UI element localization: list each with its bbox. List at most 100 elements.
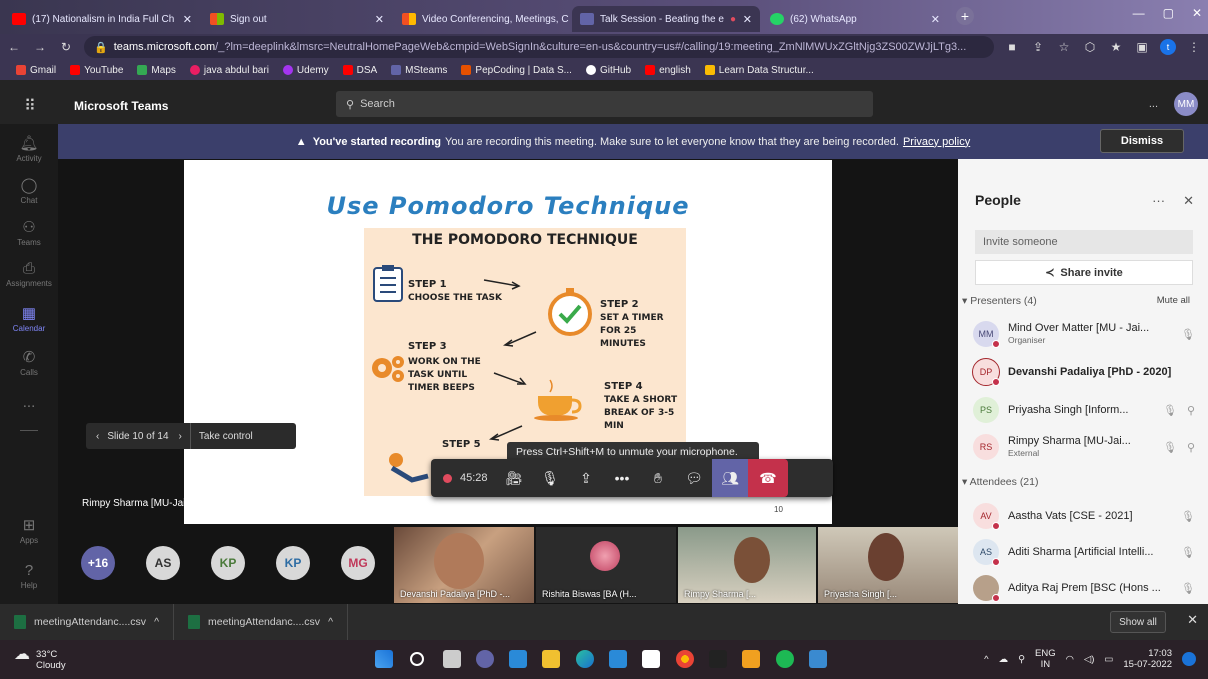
search-icon[interactable] — [410, 652, 424, 666]
profile-icon[interactable]: t — [1160, 39, 1176, 55]
show-all-button[interactable]: Show all — [1110, 611, 1166, 633]
wifi-icon[interactable]: ◠ — [1066, 654, 1074, 665]
take-control-button[interactable]: Take control — [199, 431, 253, 442]
notifications-icon[interactable] — [1182, 652, 1196, 666]
more-options-icon[interactable]: ... — [1149, 98, 1158, 110]
chevron-up-icon[interactable]: ^ — [154, 616, 159, 628]
participant-avatar[interactable]: KP — [276, 546, 310, 580]
rail-more[interactable]: ... — [0, 394, 58, 413]
reload-icon[interactable]: ↻ — [58, 39, 74, 55]
url-field[interactable]: 🔒 teams.microsoft.com/_?lm=deeplink&lmsr… — [84, 36, 994, 58]
close-icon[interactable]: ✕ — [375, 13, 384, 26]
participant-row[interactable]: AS Aditi Sharma [Artificial Intelli... 🎙… — [973, 537, 1195, 567]
participant-row[interactable]: DP Devanshi Padaliya [PhD - 2020] — [972, 357, 1195, 387]
task-view-icon[interactable] — [443, 650, 461, 668]
share-invite-button[interactable]: ≺ Share invite — [975, 260, 1193, 285]
minimize-icon[interactable]: — — [1133, 6, 1145, 20]
bookmark-github[interactable]: GitHub — [585, 65, 631, 76]
app-icon[interactable] — [709, 650, 727, 668]
vscode-icon[interactable] — [509, 650, 527, 668]
rail-activity[interactable]: 🔔︎ Activity — [0, 134, 58, 163]
search-input[interactable]: ⚲ Search — [336, 91, 873, 117]
participant-avatar[interactable]: AS — [146, 546, 180, 580]
menu-icon[interactable]: ⋮ — [1186, 39, 1202, 55]
share-icon[interactable]: ⇪ — [1030, 39, 1046, 55]
close-icon[interactable]: ✕ — [183, 13, 192, 26]
people-button[interactable]: 👥︎ — [712, 459, 748, 497]
photos-icon[interactable] — [809, 650, 827, 668]
close-icon[interactable]: ✕ — [1183, 193, 1194, 209]
puzzle-icon[interactable]: ★ — [1108, 39, 1124, 55]
bookmark-pepcoding[interactable]: PepCoding | Data S... — [461, 65, 572, 76]
battery-icon[interactable]: ▭ — [1104, 654, 1113, 665]
app-launcher-icon[interactable]: ⠿ — [0, 96, 60, 116]
video-tile[interactable]: Rishita Biswas [BA (H... — [536, 527, 676, 603]
volume-icon[interactable]: ◁) — [1084, 654, 1094, 665]
chevron-up-icon[interactable]: ^ — [984, 654, 988, 665]
participant-row[interactable]: MM Mind Over Matter [MU - Jai... Organise… — [973, 319, 1195, 349]
leave-call-button[interactable]: ☎ — [748, 459, 788, 497]
bookmark-youtube[interactable]: YouTube — [70, 65, 123, 76]
participant-avatar[interactable]: KP — [211, 546, 245, 580]
bookmark-dsa[interactable]: DSA — [342, 65, 377, 76]
dismiss-button[interactable]: Dismiss — [1100, 129, 1184, 153]
video-tile[interactable]: Rimpy Sharma [... — [678, 527, 816, 603]
sublime-icon[interactable] — [742, 650, 760, 668]
clock[interactable]: 17:03 15-07-2022 — [1123, 648, 1172, 670]
pin-icon[interactable]: ⚲ — [1187, 441, 1195, 454]
language-indicator[interactable]: ENG IN — [1035, 648, 1056, 670]
chevron-left-icon[interactable]: ‹ — [96, 431, 99, 442]
rail-calendar[interactable]: ▦ Calendar — [0, 304, 58, 333]
bookmark-udemy[interactable]: Udemy — [282, 65, 329, 76]
privacy-policy-link[interactable]: Privacy policy — [903, 136, 970, 148]
edge-icon[interactable] — [576, 650, 594, 668]
pin-icon[interactable]: ⚲ — [1187, 404, 1195, 417]
participant-row[interactable]: Aditya Raj Prem [BSC (Hons ... 🎙︎ — [973, 573, 1195, 603]
participant-row[interactable]: RS Rimpy Sharma [MU-Jai... External 🎙︎ ⚲ — [973, 432, 1195, 462]
back-icon[interactable]: ← — [6, 39, 22, 55]
download-item[interactable]: meetingAttendanc....csv ^ — [0, 604, 174, 640]
close-icon[interactable]: ✕ — [743, 13, 752, 26]
forward-icon[interactable]: → — [32, 39, 48, 55]
sidepanel-icon[interactable]: ▣ — [1134, 39, 1150, 55]
browser-tab[interactable]: (62) WhatsApp ✕ — [762, 6, 948, 32]
teams-chat-icon[interactable] — [476, 650, 494, 668]
more-options-icon[interactable]: ··· — [1152, 193, 1165, 209]
rail-help[interactable]: ? Help — [0, 562, 58, 590]
user-avatar[interactable]: MM — [1174, 92, 1198, 116]
participant-avatar[interactable]: MG — [341, 546, 375, 580]
bookmark-learn-ds[interactable]: Learn Data Structur... — [704, 65, 814, 76]
bookmark-star-icon[interactable]: ☆ — [1056, 39, 1072, 55]
close-window-icon[interactable]: ✕ — [1192, 6, 1202, 20]
close-icon[interactable]: ✕ — [1187, 612, 1198, 628]
mic-muted-button[interactable]: 🎙︎ — [532, 459, 568, 497]
rail-teams[interactable]: ⚇ Teams — [0, 218, 58, 247]
browser-tab[interactable]: Video Conferencing, Meetings, C ✕ — [394, 6, 570, 32]
chevron-right-icon[interactable]: › — [179, 431, 182, 442]
rail-chat[interactable]: ◯ Chat — [0, 176, 58, 205]
app-icon[interactable] — [642, 650, 660, 668]
bookmark-msteams[interactable]: MSteams — [391, 65, 447, 76]
mute-all-button[interactable]: Mute all — [1157, 295, 1190, 306]
attendees-header[interactable]: ▾ Attendees (21) — [962, 476, 1039, 488]
download-item[interactable]: meetingAttendanc....csv ^ — [174, 604, 348, 640]
presenters-header[interactable]: ▾ Presenters (4) — [962, 295, 1037, 307]
maximize-icon[interactable]: ▢ — [1163, 6, 1174, 20]
chrome-icon[interactable] — [676, 650, 694, 668]
invite-input[interactable]: Invite someone — [975, 230, 1193, 254]
store-icon[interactable] — [609, 650, 627, 668]
camera-off-button[interactable]: 🎥︎ — [496, 459, 532, 497]
raise-hand-button[interactable]: ✋︎ — [640, 459, 676, 497]
share-screen-button[interactable]: ⇪ — [568, 459, 604, 497]
chevron-up-icon[interactable]: ^ — [328, 616, 333, 628]
rail-calls[interactable]: ✆ Calls — [0, 348, 58, 377]
close-icon[interactable]: ✕ — [931, 13, 940, 26]
windows-start-icon[interactable] — [375, 650, 393, 668]
participant-row[interactable]: AV Aastha Vats [CSE - 2021] 🎙︎ — [973, 501, 1195, 531]
bookmark-gmail[interactable]: Gmail — [16, 65, 56, 76]
bookmark-english[interactable]: english — [645, 65, 691, 76]
extension-icon[interactable]: ⬡ — [1082, 39, 1098, 55]
file-explorer-icon[interactable] — [542, 650, 560, 668]
video-tile[interactable]: Priyasha Singh [... — [818, 527, 958, 603]
bookmark-maps[interactable]: Maps — [137, 65, 176, 76]
